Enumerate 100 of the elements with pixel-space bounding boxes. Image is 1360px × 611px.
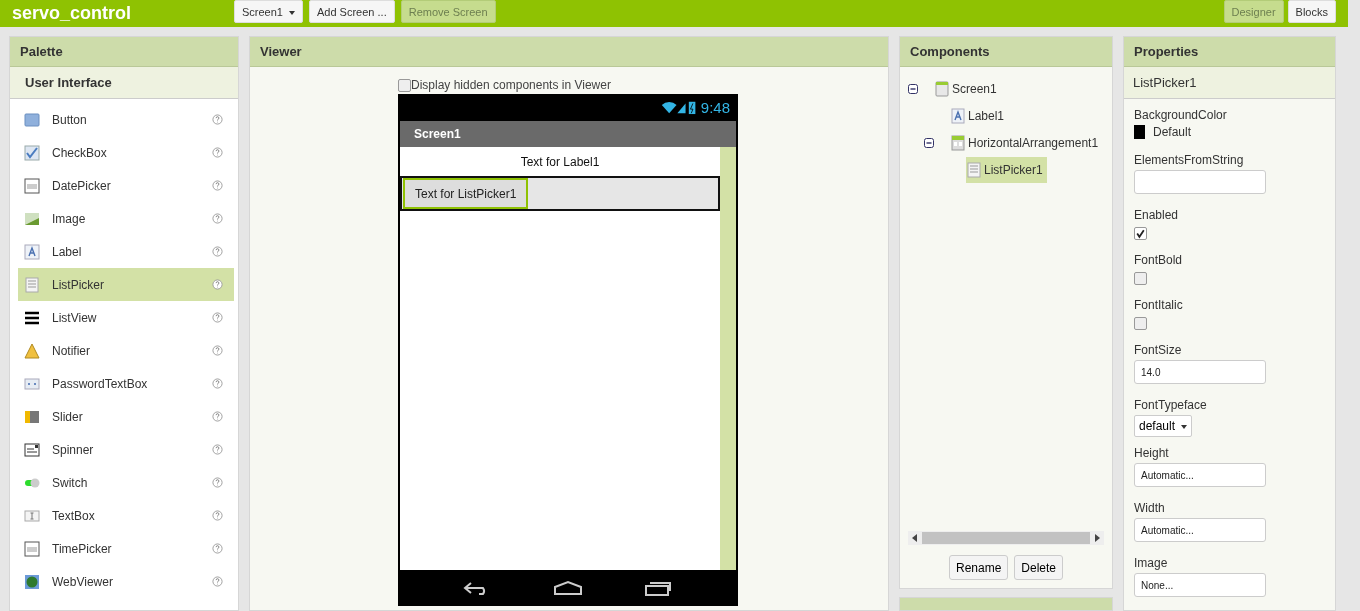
toolbar-button[interactable]: Add Screen ... bbox=[309, 0, 395, 23]
tree-item[interactable]: HorizontalArrangement1 bbox=[950, 129, 1100, 156]
property-label: FontTypeface bbox=[1134, 398, 1207, 412]
help-icon[interactable] bbox=[212, 345, 223, 356]
component-name-header: ListPicker1 bbox=[1124, 67, 1335, 99]
action-button[interactable]: Delete bbox=[1014, 555, 1063, 581]
caret-icon bbox=[289, 10, 295, 15]
slider-icon bbox=[24, 408, 40, 425]
property-label: FontItalic bbox=[1134, 298, 1183, 312]
checkbox[interactable] bbox=[1134, 317, 1147, 330]
tree-item[interactable]: ListPicker1 bbox=[966, 156, 1047, 183]
help-icon[interactable] bbox=[212, 180, 223, 191]
panel-header: Properties bbox=[1124, 37, 1335, 67]
screen-icon bbox=[935, 80, 949, 97]
listpicker-icon bbox=[24, 276, 40, 293]
palette-item[interactable]: ListView bbox=[18, 301, 234, 334]
list-picker-button[interactable]: Text for ListPicker1 bbox=[403, 178, 529, 209]
scroll-right-icon[interactable] bbox=[1094, 534, 1100, 543]
spinner-icon bbox=[24, 441, 40, 458]
color-value[interactable]: Default bbox=[1153, 125, 1192, 139]
text-field[interactable]: Automatic... bbox=[1134, 463, 1266, 487]
timepicker-icon bbox=[24, 540, 40, 557]
help-icon[interactable] bbox=[212, 114, 223, 125]
text-field[interactable]: Automatic... bbox=[1134, 518, 1266, 542]
help-icon[interactable] bbox=[212, 312, 223, 323]
help-icon[interactable] bbox=[212, 411, 223, 422]
text-field[interactable]: 14.0 bbox=[1134, 360, 1266, 384]
help-icon[interactable] bbox=[212, 378, 223, 389]
palette-item[interactable]: Button bbox=[18, 103, 234, 136]
color-swatch[interactable] bbox=[1134, 125, 1145, 139]
label-icon bbox=[24, 243, 40, 260]
palette-item[interactable]: CheckBox bbox=[18, 136, 234, 169]
text-field[interactable] bbox=[1134, 170, 1266, 194]
checkbox[interactable] bbox=[398, 78, 411, 92]
listview-icon bbox=[24, 309, 40, 326]
checkbox[interactable] bbox=[1134, 227, 1147, 240]
checkbox-label: Display hidden components in Viewer bbox=[411, 78, 611, 92]
webviewer-icon bbox=[24, 573, 40, 590]
status-icons bbox=[660, 100, 697, 115]
screen-title-bar: Screen1 bbox=[400, 121, 736, 147]
tree-item[interactable]: Screen1 bbox=[934, 75, 998, 102]
button-icon bbox=[24, 111, 40, 128]
label-icon bbox=[951, 107, 965, 124]
image-icon bbox=[24, 210, 40, 227]
collapse-icon[interactable] bbox=[924, 137, 934, 148]
palette-item[interactable]: WebViewer bbox=[18, 565, 234, 598]
help-icon[interactable] bbox=[212, 246, 223, 257]
checkbox[interactable] bbox=[1134, 272, 1147, 285]
palette-item[interactable]: Slider bbox=[18, 400, 234, 433]
label-text: Text for Label1 bbox=[519, 153, 601, 171]
palette-item[interactable]: DatePicker bbox=[18, 169, 234, 202]
recent-apps-icon[interactable] bbox=[643, 580, 673, 596]
palette-item[interactable]: Image bbox=[18, 202, 234, 235]
arrangement-icon bbox=[951, 134, 965, 151]
property-label: FontSize bbox=[1134, 343, 1182, 357]
category-header[interactable]: User Interface bbox=[10, 67, 238, 99]
property-label: Width bbox=[1134, 501, 1165, 515]
mode-tab[interactable]: Blocks bbox=[1287, 0, 1336, 23]
help-icon[interactable] bbox=[212, 477, 223, 488]
property-label: Enabled bbox=[1134, 208, 1179, 222]
property-label: BackgroundColor bbox=[1134, 108, 1227, 122]
typeface-dropdown[interactable]: default bbox=[1134, 415, 1193, 437]
help-icon[interactable] bbox=[212, 213, 223, 224]
datepicker-icon bbox=[24, 177, 40, 194]
action-button[interactable]: Rename bbox=[948, 555, 1009, 581]
palette-item[interactable]: Spinner bbox=[18, 433, 234, 466]
palette-item[interactable]: Switch bbox=[18, 466, 234, 499]
palette-item[interactable]: Label bbox=[18, 235, 234, 268]
property-label: ElementsFromString bbox=[1134, 153, 1244, 167]
palette-item[interactable]: TextBox bbox=[18, 499, 234, 532]
horizontal-scrollbar[interactable] bbox=[908, 531, 1104, 546]
help-icon[interactable] bbox=[212, 279, 223, 290]
project-title: servo_control bbox=[12, 3, 133, 24]
help-icon[interactable] bbox=[212, 147, 223, 158]
notifier-icon bbox=[24, 342, 40, 359]
panel-header: Components bbox=[900, 37, 1112, 67]
palette-item[interactable]: ListPicker bbox=[18, 268, 234, 301]
help-icon[interactable] bbox=[212, 576, 223, 587]
listpicker-icon bbox=[967, 161, 981, 178]
panel-header: Palette bbox=[10, 37, 238, 67]
tree-item[interactable]: Label1 bbox=[950, 102, 1006, 129]
help-icon[interactable] bbox=[212, 543, 223, 554]
palette-item[interactable]: TimePicker bbox=[18, 532, 234, 565]
checkbox-icon bbox=[24, 144, 40, 161]
home-icon[interactable] bbox=[553, 580, 583, 596]
textbox-icon bbox=[24, 507, 40, 524]
panel-header: Viewer bbox=[250, 37, 888, 67]
property-label: Image bbox=[1134, 556, 1168, 570]
help-icon[interactable] bbox=[212, 444, 223, 455]
palette-item[interactable]: Notifier bbox=[18, 334, 234, 367]
password-icon bbox=[24, 375, 40, 392]
scroll-left-icon[interactable] bbox=[912, 534, 918, 543]
palette-item[interactable]: PasswordTextBox bbox=[18, 367, 234, 400]
clock: 9:48 bbox=[700, 99, 730, 116]
text-field[interactable]: None... bbox=[1134, 573, 1266, 597]
caret-icon bbox=[1181, 424, 1188, 429]
property-label: Height bbox=[1134, 446, 1169, 460]
screen-dropdown[interactable]: Screen1 bbox=[234, 0, 303, 23]
help-icon[interactable] bbox=[212, 510, 223, 521]
collapse-icon[interactable] bbox=[908, 83, 918, 94]
